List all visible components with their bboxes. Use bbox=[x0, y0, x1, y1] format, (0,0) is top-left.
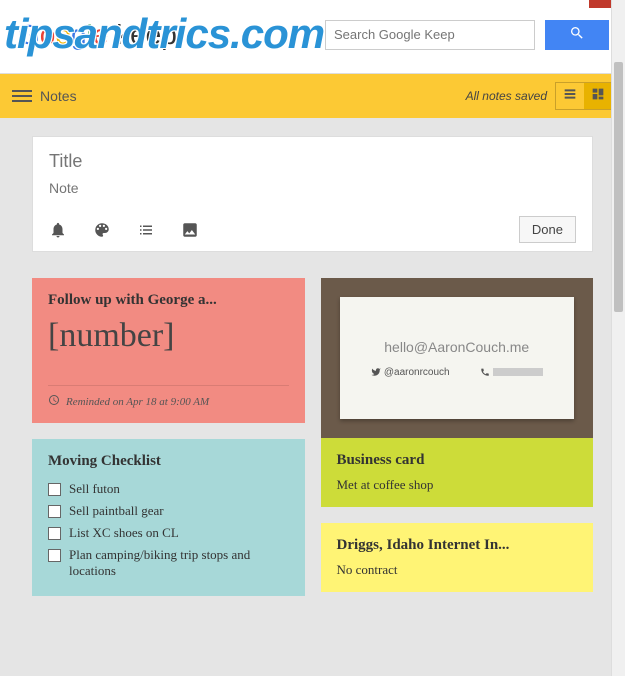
grid-icon bbox=[590, 86, 606, 107]
checklist-item[interactable]: List XC shoes on CL bbox=[48, 522, 289, 544]
note-business-card[interactable]: hello@AaronCouch.me @aaronrcouch bbox=[321, 278, 594, 507]
app-header: Google keep bbox=[0, 0, 625, 74]
note-body: [number] bbox=[48, 317, 289, 355]
toolbar: Notes All notes saved bbox=[0, 74, 625, 118]
compose-body-input[interactable] bbox=[49, 180, 576, 210]
search-button[interactable] bbox=[545, 20, 609, 50]
checkbox-icon[interactable] bbox=[48, 527, 61, 540]
reminder-button[interactable] bbox=[49, 221, 67, 239]
bell-icon bbox=[49, 226, 67, 243]
window-control-indicator bbox=[589, 0, 611, 8]
phone-number bbox=[480, 367, 543, 378]
save-status: All notes saved bbox=[466, 89, 547, 103]
toolbar-title: Notes bbox=[40, 88, 77, 104]
compose-title-input[interactable] bbox=[49, 151, 576, 180]
list-button[interactable] bbox=[137, 221, 155, 239]
grid-view-button[interactable] bbox=[584, 83, 612, 109]
content-area: Done Follow up with George a... [number]… bbox=[0, 118, 625, 614]
checkbox-icon[interactable] bbox=[48, 505, 61, 518]
note-title: Business card bbox=[337, 452, 578, 469]
view-toggle bbox=[555, 82, 613, 110]
note-followup[interactable]: Follow up with George a... [number] Remi… bbox=[32, 278, 305, 423]
checkbox-icon[interactable] bbox=[48, 483, 61, 496]
checkbox-icon[interactable] bbox=[48, 549, 61, 562]
list-view-button[interactable] bbox=[556, 83, 584, 109]
checklist-icon bbox=[137, 226, 155, 243]
menu-button[interactable] bbox=[12, 86, 32, 106]
vertical-scrollbar[interactable] bbox=[611, 0, 625, 676]
twitter-handle: @aaronrcouch bbox=[371, 367, 450, 378]
compose-note[interactable]: Done bbox=[32, 136, 593, 252]
done-button[interactable]: Done bbox=[519, 216, 576, 243]
note-title: Driggs, Idaho Internet In... bbox=[337, 537, 578, 554]
note-image: hello@AaronCouch.me @aaronrcouch bbox=[321, 278, 594, 438]
note-title: Follow up with George a... bbox=[48, 292, 289, 309]
clock-icon bbox=[48, 394, 60, 409]
color-button[interactable] bbox=[93, 221, 111, 239]
card-email-text: hello@AaronCouch.me bbox=[384, 339, 529, 355]
image-button[interactable] bbox=[181, 221, 199, 239]
image-icon bbox=[181, 226, 199, 243]
note-reminder: Reminded on Apr 18 at 9:00 AM bbox=[48, 385, 289, 409]
phone-icon bbox=[480, 367, 490, 377]
palette-icon bbox=[93, 226, 111, 243]
search-icon bbox=[569, 25, 585, 44]
checklist-item[interactable]: Sell paintball gear bbox=[48, 500, 289, 522]
list-icon bbox=[562, 86, 578, 107]
app-logo: Google keep bbox=[16, 19, 177, 51]
scrollbar-thumb[interactable] bbox=[614, 62, 623, 312]
checklist-item[interactable]: Sell futon bbox=[48, 478, 289, 500]
note-driggs[interactable]: Driggs, Idaho Internet In... No contract bbox=[321, 523, 594, 592]
checklist-item[interactable]: Plan camping/biking trip stops and locat… bbox=[48, 544, 289, 582]
note-body: Met at coffee shop bbox=[337, 477, 578, 493]
note-title: Moving Checklist bbox=[48, 453, 289, 470]
note-moving[interactable]: Moving Checklist Sell futon Sell paintba… bbox=[32, 439, 305, 596]
note-body: No contract bbox=[337, 562, 578, 578]
twitter-icon bbox=[371, 367, 381, 377]
search-input[interactable] bbox=[325, 20, 535, 50]
